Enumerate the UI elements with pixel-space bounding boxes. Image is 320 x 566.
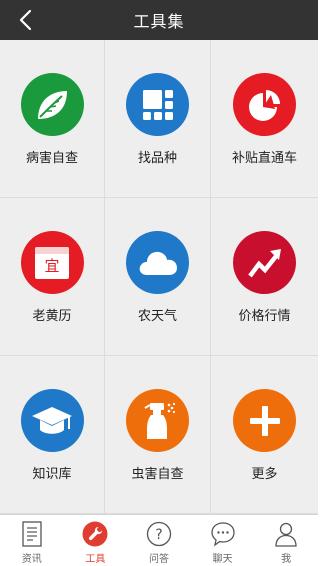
grid-blocks-icon [126,73,189,136]
calendar-glyph: 宜 [44,257,60,275]
tool-label: 病害自查 [25,151,78,166]
question-icon: ? [146,521,172,547]
tool-knowledge-base[interactable]: 知识库 [0,356,105,514]
back-button[interactable] [8,0,42,40]
plus-icon [233,389,296,452]
leaf-icon [20,73,84,136]
person-icon [273,521,299,547]
tab-label: 资讯 [21,554,42,565]
tab-news[interactable]: 资讯 [0,515,64,566]
page-title: 工具集 [133,12,185,31]
graduation-cap-icon [20,389,84,452]
tool-label: 更多 [251,467,278,482]
calendar-page: 宜 [35,246,69,279]
trend-arrow-icon [233,231,296,294]
tool-label: 知识库 [32,467,72,482]
calendar-icon: 宜 [20,231,84,294]
tool-more[interactable]: 更多 [211,356,318,514]
tool-label: 农天气 [137,309,177,324]
news-icon [19,521,45,547]
tab-label: 聊天 [212,554,233,565]
wrench-icon [82,521,108,547]
tool-pest-check[interactable]: 虫害自查 [105,356,211,514]
tab-tools[interactable]: 工具 [64,515,128,566]
tool-label: 找品种 [137,151,177,166]
bottom-tab-bar: 资讯 工具 ? 问答 聊天 我 [0,514,318,566]
tool-subsidy[interactable]: 补贴直通车 [211,40,318,198]
tab-label: 我 [281,554,292,565]
tool-weather[interactable]: 农天气 [105,198,211,356]
tool-label: 补贴直通车 [231,151,297,166]
tool-label: 价格行情 [238,309,291,324]
cloud-icon [126,231,189,294]
tab-label: 问答 [148,554,169,565]
tool-find-variety[interactable]: 找品种 [105,40,211,198]
tool-label: 虫害自查 [131,467,184,482]
top-bar: 工具集 [0,0,318,40]
tab-chat[interactable]: 聊天 [191,515,255,566]
pie-chart-icon [233,73,296,136]
spray-bottle-icon [126,389,189,452]
svg-text:?: ? [155,527,162,543]
tab-qa[interactable]: ? 问答 [127,515,191,566]
tool-price-trend[interactable]: 价格行情 [211,198,318,356]
tab-me[interactable]: 我 [254,515,318,566]
tool-almanac[interactable]: 宜 老黄历 [0,198,105,356]
tool-disease-check[interactable]: 病害自查 [0,40,105,198]
tool-label: 老黄历 [32,309,72,324]
chevron-left-icon [19,9,32,31]
tab-label: 工具 [85,554,106,565]
tools-grid: 病害自查 找品种 补贴直通车 宜 老黄历 农天气 价格行情 知识库 虫害自查 更… [0,40,318,514]
chat-bubble-icon [210,521,236,547]
